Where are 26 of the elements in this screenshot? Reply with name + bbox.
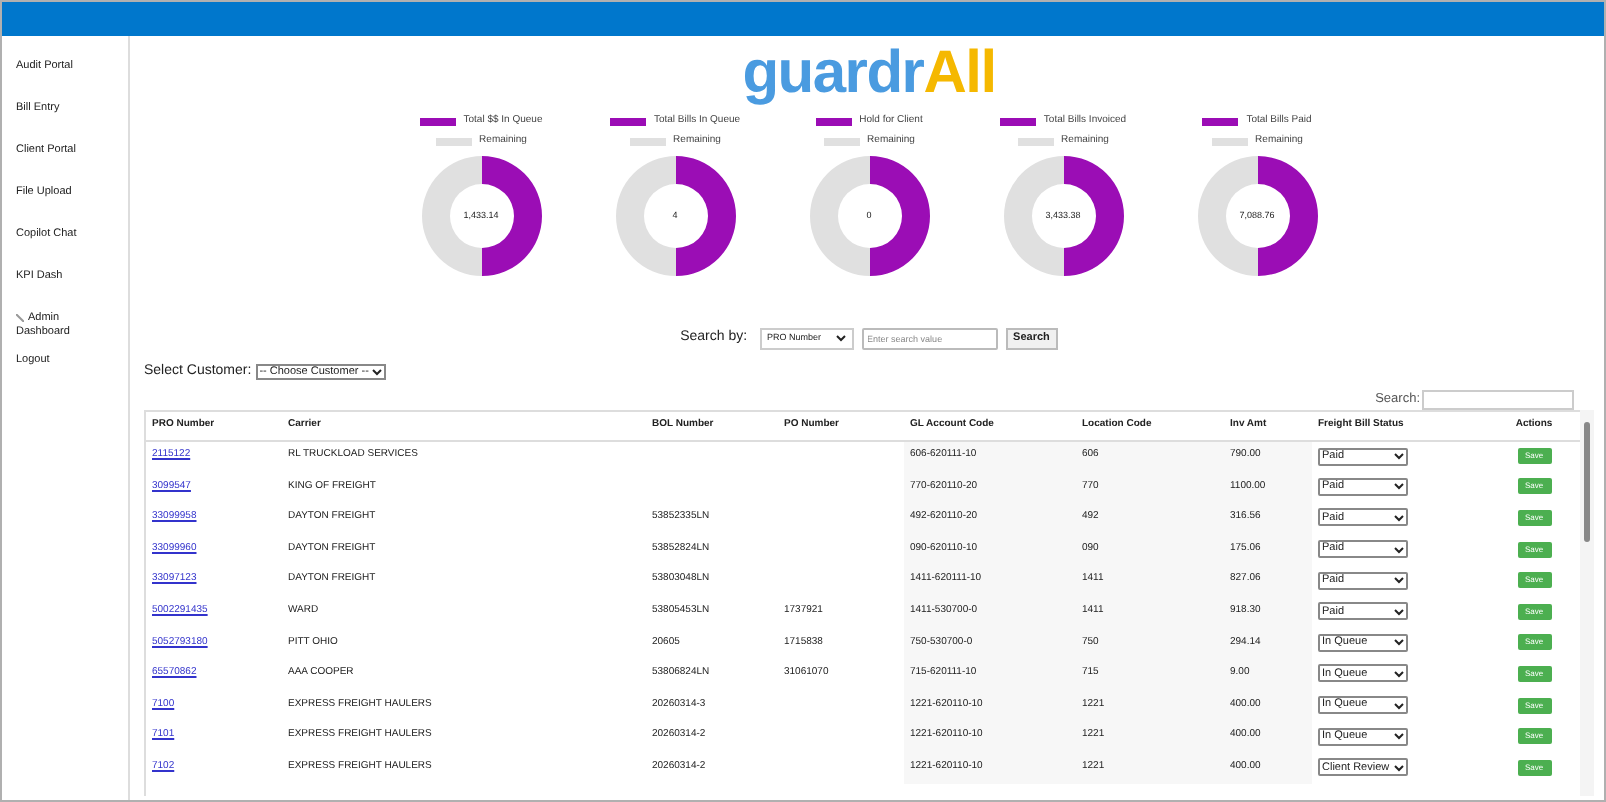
wrench-icon (16, 313, 24, 322)
legend-swatch (999, 118, 1036, 126)
caret-icon (1394, 545, 1404, 554)
donut-chart (1001, 154, 1125, 278)
legend-swatch (609, 118, 646, 126)
legend-swatch (1202, 118, 1239, 126)
caret-icon (1394, 482, 1404, 491)
logo: guardrAll (742, 38, 996, 110)
caret-icon (1394, 576, 1404, 585)
caret-icon (1394, 513, 1404, 522)
legend-swatch (815, 118, 852, 126)
caret-icon (1394, 638, 1404, 647)
caret-icon (1394, 763, 1404, 772)
caret-icon (1394, 669, 1404, 678)
caret-icon (1394, 452, 1404, 461)
table-search-field[interactable] (1422, 389, 1574, 409)
caret-icon (1394, 701, 1404, 710)
donut-chart (807, 154, 931, 278)
donut-chart (419, 154, 543, 278)
caret-icon (372, 368, 383, 376)
donut-chart (613, 154, 737, 278)
caret-icon (835, 334, 846, 342)
donut-chart (1195, 154, 1319, 278)
caret-icon (1394, 607, 1404, 616)
legend-swatch (419, 118, 456, 126)
caret-icon (1394, 732, 1404, 741)
